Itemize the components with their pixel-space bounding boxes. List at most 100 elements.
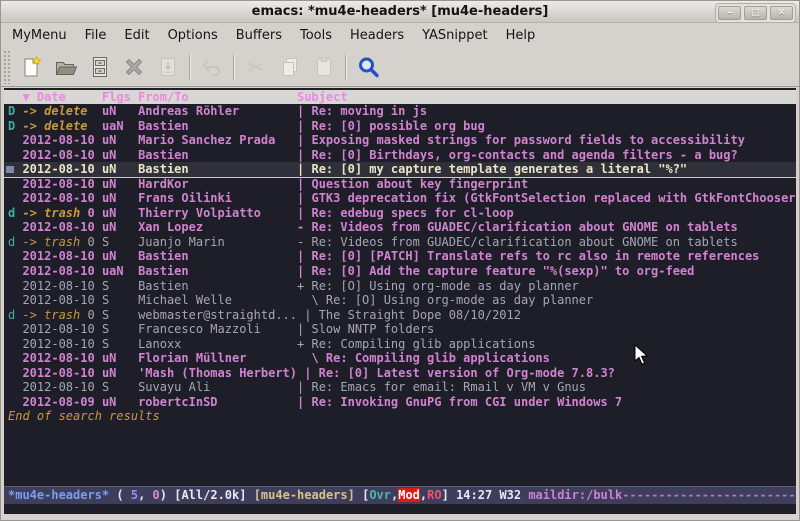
menu-mymenu[interactable]: MyMenu xyxy=(3,25,76,46)
message-row[interactable]: 2012-08-09 uN robertcInSD | Re: Invoking… xyxy=(4,395,796,410)
subject-cell: + Re: [O] Using org-mode as day planner xyxy=(297,279,579,293)
modeline-khaki: [mu4e-headers] xyxy=(254,488,355,502)
flags-cell: uN xyxy=(102,249,138,263)
title-bar[interactable]: emacs: *mu4e-headers* [mu4e-headers] – □… xyxy=(1,1,799,23)
new-file-icon xyxy=(20,55,44,79)
modeline-plain: [All/2.0k] xyxy=(174,488,253,502)
emacs-content-area: ▼ Date Flgs From/To Subject D -> delete … xyxy=(4,88,796,514)
from-cell: Thierry Volpiatto xyxy=(138,206,297,220)
message-row[interactable]: 2012-08-10 uN Bastien | Re: [0] [PATCH] … xyxy=(4,249,796,264)
subject-cell: | Re: moving in js xyxy=(297,104,427,118)
mark-char: d xyxy=(8,206,22,220)
message-row[interactable]: 2012-08-10 S Bastien + Re: [O] Using org… xyxy=(4,279,796,294)
close-button[interactable]: ✕ xyxy=(770,6,793,20)
message-row[interactable]: D -> delete uN Andreas Röhler | Re: movi… xyxy=(4,104,796,119)
save-archive-button[interactable] xyxy=(83,51,117,83)
message-row[interactable]: D -> delete uaN Bastien | Re: [0] possib… xyxy=(4,119,796,134)
mark-action: -> delete xyxy=(22,104,87,118)
modeline-mod: Mod xyxy=(398,488,420,502)
message-row[interactable]: 2012-08-10 uN Mario Sanchez Prada | Expo… xyxy=(4,133,796,148)
date-cell: 0 xyxy=(80,308,102,322)
toolbar-grip-handle[interactable] xyxy=(3,50,11,84)
date-cell xyxy=(87,104,101,118)
emacs-window: emacs: *mu4e-headers* [mu4e-headers] – □… xyxy=(0,0,800,521)
message-row[interactable]: 2012-08-10 uN Xan Lopez - Re: Videos fro… xyxy=(4,220,796,235)
from-cell: Bastien xyxy=(138,249,297,263)
menu-edit[interactable]: Edit xyxy=(115,25,158,46)
undo-icon xyxy=(200,55,224,79)
modeline-num-violet: 0 xyxy=(153,488,160,502)
from-cell: Lanoxx xyxy=(138,337,297,351)
message-row[interactable]: d -> trash 0 uN Thierry Volpiatto | Re: … xyxy=(4,206,796,221)
menu-yasnippet[interactable]: YASnippet xyxy=(413,25,497,46)
mark-char xyxy=(8,191,22,205)
mark-char xyxy=(8,351,22,365)
message-row[interactable]: 2012-08-10 uN HardKor | Question about k… xyxy=(4,177,796,192)
from-cell: Xan Lopez xyxy=(138,220,297,234)
menu-tools[interactable]: Tools xyxy=(291,25,341,46)
menu-buffers[interactable]: Buffers xyxy=(227,25,291,46)
date-cell: 2012-08-10 xyxy=(22,191,101,205)
paste-button xyxy=(307,51,341,83)
minimize-button[interactable]: – xyxy=(718,6,741,20)
minibuffer[interactable] xyxy=(4,504,796,514)
flags-cell: uN xyxy=(102,133,138,147)
flags-cell: uN xyxy=(102,206,138,220)
cut-scissors-icon: ✂ xyxy=(248,55,265,79)
from-cell: Mario Sanchez Prada xyxy=(138,133,297,147)
subject-cell: | GTK3 deprecation fix (GtkFontSelection… xyxy=(297,191,796,205)
mark-char xyxy=(8,293,22,307)
message-row[interactable]: 2012-08-10 S Suvayu Ali | Re: Emacs for … xyxy=(4,380,796,395)
menu-bar: MyMenuFileEditOptionsBuffersToolsHeaders… xyxy=(1,23,799,47)
message-row[interactable]: 2012-08-10 uN 'Mash (Thomas Herbert) | R… xyxy=(4,366,796,381)
from-cell: Bastien xyxy=(138,279,297,293)
mark-char xyxy=(8,220,22,234)
mark-action: -> delete xyxy=(22,119,87,133)
message-row[interactable]: 2012-08-10 uN Frans Oilinki | GTK3 depre… xyxy=(4,191,796,206)
subject-cell: | Re: edebug specs for cl-loop xyxy=(297,206,514,220)
mark-char xyxy=(8,366,22,380)
message-row[interactable]: 2012-08-10 S Lanoxx + Re: Compiling glib… xyxy=(4,337,796,352)
search-button[interactable] xyxy=(351,51,385,83)
message-row[interactable]: 2012-08-10 uN Florian Müllner \ Re: Comp… xyxy=(4,351,796,366)
message-row[interactable]: d -> trash 0 S Juanjo Marin - Re: Videos… xyxy=(4,235,796,250)
message-row[interactable]: 2012-08-10 uN Bastien | Re: [0] my captu… xyxy=(4,162,796,177)
mark-char xyxy=(8,279,22,293)
mark-char xyxy=(8,380,22,394)
menu-help[interactable]: Help xyxy=(497,25,545,46)
date-cell: 2012-08-10 xyxy=(22,133,101,147)
subject-cell: + Re: Compiling glib applications xyxy=(297,337,535,351)
message-row[interactable]: d -> trash 0 S webmaster@straightd... | … xyxy=(4,308,796,323)
date-cell: 2012-08-10 xyxy=(22,351,101,365)
flags-cell: S xyxy=(102,380,138,394)
mark-char xyxy=(8,148,22,162)
from-cell: Bastien xyxy=(138,162,297,176)
maximize-button[interactable]: □ xyxy=(744,6,767,20)
mark-action: -> trash xyxy=(22,206,80,220)
new-file-button[interactable] xyxy=(15,51,49,83)
save-as-icon xyxy=(156,55,180,79)
open-folder-button[interactable] xyxy=(49,51,83,83)
menu-options[interactable]: Options xyxy=(159,25,227,46)
menu-file[interactable]: File xyxy=(76,25,116,46)
subject-cell: \ Re: Compiling glib applications xyxy=(297,351,550,365)
date-cell: 2012-08-10 xyxy=(22,380,101,394)
date-cell: 2012-08-10 xyxy=(22,177,101,191)
menu-headers[interactable]: Headers xyxy=(341,25,413,46)
mark-char xyxy=(8,337,22,351)
close-buffer-button[interactable] xyxy=(117,51,151,83)
message-row[interactable]: 2012-08-10 S Michael Welle \ Re: [O] Usi… xyxy=(4,293,796,308)
flags-cell: uN xyxy=(102,191,138,205)
subject-cell: | Re: Invoking GnuPG from CGI under Wind… xyxy=(297,395,622,409)
flags-cell: uaN xyxy=(102,119,138,133)
message-row[interactable]: 2012-08-10 uaN Bastien | Re: [0] Add the… xyxy=(4,264,796,279)
date-cell: 2012-08-10 xyxy=(22,293,101,307)
header-line: ▼ Date Flgs From/To Subject xyxy=(4,90,796,104)
mark-char: D xyxy=(8,119,22,133)
flags-cell: uaN xyxy=(102,264,138,278)
message-row[interactable]: 2012-08-10 S Francesco Mazzoli | Slow NN… xyxy=(4,322,796,337)
modeline-plain: , xyxy=(138,488,152,502)
mark-action: -> trash xyxy=(22,235,80,249)
mark-char: d xyxy=(8,235,22,249)
message-row[interactable]: 2012-08-10 uN Bastien | Re: [0] Birthday… xyxy=(4,148,796,163)
